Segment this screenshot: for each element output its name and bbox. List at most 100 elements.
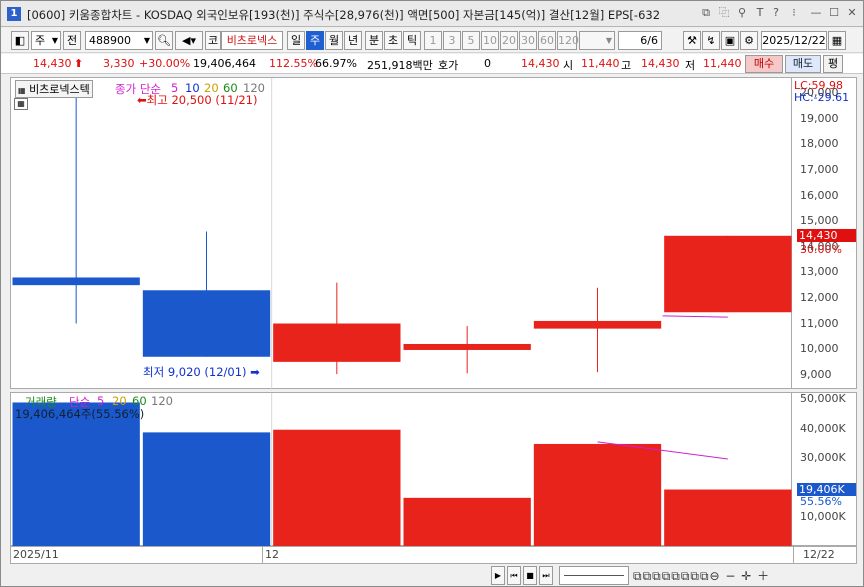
current-price: 14,430 <box>33 57 72 70</box>
sell-button[interactable]: 매도 <box>785 55 821 73</box>
grid-icon[interactable]: ▦ <box>14 98 28 110</box>
scroll-right-icon[interactable]: ▶ <box>491 566 505 585</box>
volume-tick-label: 50,000K <box>800 391 846 405</box>
market-prefix: 코 <box>205 31 221 50</box>
candle-body <box>664 235 792 313</box>
stock-name-tag-label: 비츠로넥스텍 <box>29 83 90 96</box>
interval-60[interactable]: 60 <box>538 31 556 50</box>
price-2: 14,430 <box>521 57 560 70</box>
turnover-value: 66.97% <box>315 57 357 70</box>
candle-body <box>403 343 531 350</box>
bottom-toolbar: ▶ ⏮ ■ ⏭ ⧉⧉⧉⧉⧉⧉⧉⧉⊖ − ✛ ＋ <box>1 564 863 586</box>
period-month[interactable]: 월 <box>325 31 343 50</box>
volume-bar <box>12 402 140 547</box>
current-volume-pct: 55.56% <box>800 494 842 508</box>
volume-bar <box>403 497 531 547</box>
close-icon[interactable]: ✕ <box>845 6 859 20</box>
layout-icon[interactable]: ◧ <box>11 31 29 50</box>
price-tick-label: 15,000 <box>800 214 839 228</box>
volume-ma-120: 120 <box>151 394 173 408</box>
skip-forward-icon[interactable]: ⏭ <box>539 566 553 585</box>
drag-handle-icon: ▦ <box>18 86 26 95</box>
interval-30[interactable]: 30 <box>519 31 537 50</box>
skip-back-icon[interactable]: ⏮ <box>507 566 521 585</box>
restore-icon[interactable]: ⧉ <box>699 6 713 20</box>
hoga-value: 0 <box>484 57 491 70</box>
volume-value-label: 19,406,464주(55.56%) <box>15 407 145 421</box>
period-tick[interactable]: 틱 <box>403 31 421 50</box>
stock-name[interactable]: 비츠로넥스 <box>221 31 283 50</box>
volume-bar <box>664 489 792 547</box>
separator-icon: ⁝ <box>792 6 796 19</box>
up-arrow-icon: ⬆ <box>74 57 84 70</box>
period-week[interactable]: 주 <box>306 31 324 50</box>
slider-track <box>564 575 624 576</box>
interval-select[interactable]: ▼ <box>579 31 615 50</box>
chart-tool-icon[interactable]: ↯ <box>702 31 720 50</box>
speaker-icon[interactable]: ◀▾ <box>175 31 203 50</box>
candle-body <box>142 290 271 357</box>
market-select[interactable]: 주 ▼ <box>31 31 61 50</box>
min-label: 최저 9,020 (12/01) ➡ <box>143 364 260 380</box>
interval-5[interactable]: 5 <box>462 31 480 50</box>
window-title: [0600] 키움종합차트 - KOSDAQ 외국인보유[193(천)] 주식수… <box>27 8 661 22</box>
ma5-line <box>662 315 728 318</box>
amount-value: 251,918백만 <box>367 59 433 72</box>
stop-icon[interactable]: ■ <box>523 566 537 585</box>
date-axis: 2025/11 12 12/22 <box>10 546 857 564</box>
tools-icon[interactable]: ⚒ <box>683 31 701 50</box>
date-input[interactable]: 2025/12/22 <box>761 31 827 50</box>
eval-button[interactable]: 평 <box>823 55 843 73</box>
date-right: 12/22 <box>803 548 835 561</box>
candle-body <box>533 320 662 329</box>
price-chart-pane[interactable]: ▦ 비츠로넥스텍 종가 단순 5 10 20 60 120 ▦ ⬅최고 20,5… <box>10 77 792 390</box>
code-value: 488900 <box>89 34 131 47</box>
help-icon[interactable]: ? <box>769 6 783 20</box>
price-tick-label: 9,000 <box>800 367 832 381</box>
price-tick-label: 10,000 <box>800 342 839 356</box>
font-icon[interactable]: T <box>753 6 767 20</box>
calendar-icon[interactable]: ▦ <box>828 31 846 50</box>
hoga-label: 호가 <box>438 59 459 72</box>
volume-tick-label: 10,000K <box>800 510 846 524</box>
price-scale[interactable]: 20,000 19,000 18,000 17,000 16,000 15,000 14,0… <box>792 77 857 389</box>
volume-bar <box>533 443 662 547</box>
search-icon[interactable]: 🔍︎ <box>155 31 173 50</box>
volume-chart-pane[interactable]: 거래량 단순 5 20 60 120 19,406,464주(55.56%) <box>10 392 792 547</box>
price-tick-label: 18,000 <box>800 137 839 151</box>
volume-tick-label: 40,000K <box>800 421 846 435</box>
copy-icon[interactable]: ⿻ <box>717 6 731 20</box>
volume-scale[interactable]: 50,000K40,000K30,000K20,000K10,000K 19,4… <box>792 392 857 546</box>
date-left: 2025/11 <box>13 548 59 561</box>
arrow-left-icon: ⬅ <box>137 93 147 107</box>
interval-1[interactable]: 1 <box>424 31 442 50</box>
volume-bar <box>142 432 271 547</box>
chevron-down-icon: ▼ <box>143 36 150 45</box>
gear-icon[interactable]: ⚙ <box>740 31 758 50</box>
save-icon[interactable]: ▣ <box>721 31 739 50</box>
period-day[interactable]: 일 <box>287 31 305 50</box>
scroll-slider[interactable] <box>559 566 629 585</box>
minimize-icon[interactable]: — <box>809 6 823 20</box>
code-input[interactable]: 488900 ▼ <box>85 31 153 50</box>
interval-10[interactable]: 10 <box>481 31 499 50</box>
interval-20[interactable]: 20 <box>500 31 518 50</box>
interval-120[interactable]: 120 <box>557 31 579 50</box>
date-mid: 12 <box>265 548 279 561</box>
price-change: 3,330 <box>103 57 135 70</box>
current-price-pct: 30.00% <box>800 242 842 256</box>
arrow-right-icon: ➡ <box>246 365 260 379</box>
period-year[interactable]: 년 <box>344 31 362 50</box>
pin-icon[interactable]: ⚲ <box>735 6 749 20</box>
prev-button[interactable]: 전 <box>63 31 81 50</box>
period-minute[interactable]: 분 <box>365 31 383 50</box>
chart-tool-icons[interactable]: ⧉⧉⧉⧉⧉⧉⧉⧉⊖ − ✛ ＋ <box>633 567 770 584</box>
period-second[interactable]: 초 <box>384 31 402 50</box>
maximize-icon[interactable]: ☐ <box>827 6 841 20</box>
interval-3[interactable]: 3 <box>443 31 461 50</box>
candle-body <box>273 323 401 362</box>
toolbar: ◧ 주 ▼ 전 488900 ▼ 🔍︎ ◀▾ 코 비츠로넥스 일 주 월 년 분… <box>1 29 863 53</box>
buy-button[interactable]: 매수 <box>745 55 783 73</box>
quote-bar: 14,430 ⬆ 3,330 +30.00% 19,406,464 112.55… <box>1 54 863 74</box>
volume-ratio: 112.55% <box>269 57 318 70</box>
